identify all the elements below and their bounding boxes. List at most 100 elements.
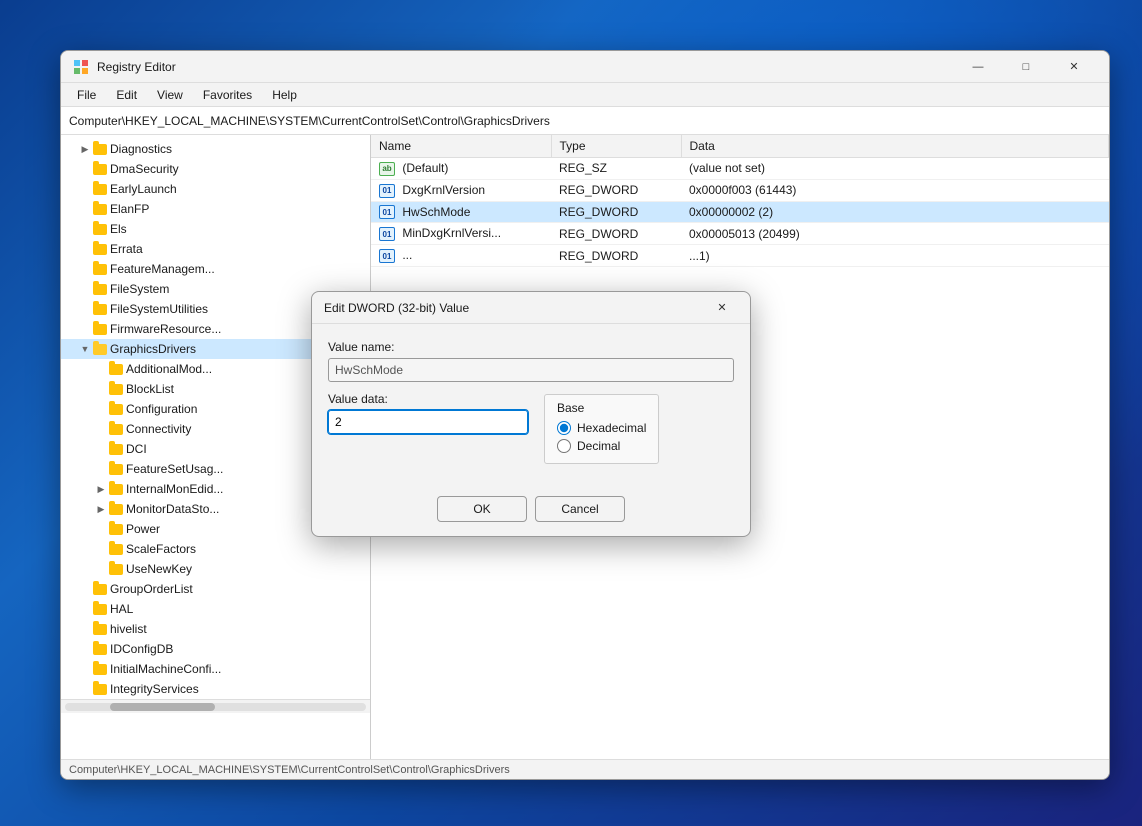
dec-label[interactable]: Decimal <box>577 439 620 453</box>
reg-dword-icon: 01 <box>379 227 395 241</box>
spacer-icon <box>77 641 93 657</box>
registry-editor-window: Registry Editor — □ ✕ File Edit View Fav… <box>60 50 1110 780</box>
close-button[interactable]: ✕ <box>1051 51 1097 83</box>
value-data-input[interactable] <box>328 410 528 434</box>
spacer-icon <box>93 541 109 557</box>
spacer-icon <box>93 521 109 537</box>
address-bar[interactable]: Computer\HKEY_LOCAL_MACHINE\SYSTEM\Curre… <box>61 107 1109 135</box>
folder-icon <box>109 504 123 515</box>
expand-icon: ▶ <box>93 481 109 497</box>
tree-item-earlylaunch[interactable]: EarlyLaunch <box>61 179 370 199</box>
reg-data: 0x00005013 (20499) <box>681 223 1109 245</box>
spacer-icon <box>77 161 93 177</box>
folder-icon <box>93 184 107 195</box>
folder-icon <box>109 464 123 475</box>
tree-label: Configuration <box>126 402 197 416</box>
tree-label: FileSystemUtilities <box>110 302 208 316</box>
tree-label: Els <box>110 222 127 236</box>
tree-item-hivelist[interactable]: hivelist <box>61 619 370 639</box>
menu-help[interactable]: Help <box>264 86 305 104</box>
dialog-close-button[interactable]: ✕ <box>706 294 738 322</box>
folder-icon <box>109 424 123 435</box>
reg-name-text: MinDxgKrnlVersi... <box>402 226 501 240</box>
spacer-icon <box>93 561 109 577</box>
minimize-button[interactable]: — <box>955 51 1001 83</box>
spacer-icon <box>77 621 93 637</box>
tree-label: Diagnostics <box>110 142 172 156</box>
ok-button[interactable]: OK <box>437 496 527 522</box>
value-name-input[interactable] <box>328 358 734 382</box>
status-bar: Computer\HKEY_LOCAL_MACHINE\SYSTEM\Curre… <box>61 759 1109 779</box>
spacer-icon <box>77 661 93 677</box>
col-data[interactable]: Data <box>681 135 1109 158</box>
tree-item-hal[interactable]: HAL <box>61 599 370 619</box>
reg-type: REG_DWORD <box>551 245 681 267</box>
reg-data: ...1) <box>681 245 1109 267</box>
reg-sz-icon: ab <box>379 162 395 176</box>
dialog-body: Value name: Value data: Base <box>312 324 750 488</box>
tree-label: MonitorDataSto... <box>126 502 219 516</box>
table-row[interactable]: ab (Default) REG_SZ (value not set) <box>371 158 1109 180</box>
radio-decimal[interactable] <box>557 439 571 453</box>
hex-label[interactable]: Hexadecimal <box>577 421 646 435</box>
tree-item-idconfigdb[interactable]: IDConfigDB <box>61 639 370 659</box>
tree-item-els[interactable]: Els <box>61 219 370 239</box>
tree-item-featuremanagement[interactable]: FeatureManagem... <box>61 259 370 279</box>
cancel-button[interactable]: Cancel <box>535 496 625 522</box>
value-data-label: Value data: <box>328 392 528 406</box>
spacer-icon <box>93 361 109 377</box>
tree-item-errata[interactable]: Errata <box>61 239 370 259</box>
radio-hexadecimal[interactable] <box>557 421 571 435</box>
reg-name: 01 MinDxgKrnlVersi... <box>371 223 551 245</box>
reg-type: REG_DWORD <box>551 201 681 223</box>
dialog-title: Edit DWORD (32-bit) Value <box>324 301 706 315</box>
menu-view[interactable]: View <box>149 86 191 104</box>
tree-item-initialmachineconfig[interactable]: InitialMachineConfi... <box>61 659 370 679</box>
menu-file[interactable]: File <box>69 86 104 104</box>
reg-name-text: DxgKrnlVersion <box>402 183 485 197</box>
folder-icon <box>93 284 107 295</box>
maximize-button[interactable]: □ <box>1003 51 1049 83</box>
value-data-group: Value data: <box>328 392 528 464</box>
tree-item-integrityservices[interactable]: IntegrityServices <box>61 679 370 699</box>
reg-name: ab (Default) <box>371 158 551 180</box>
expand-icon: ▶ <box>93 501 109 517</box>
folder-icon <box>109 484 123 495</box>
value-name-label: Value name: <box>328 340 734 354</box>
tree-item-grouporderlist[interactable]: GroupOrderList <box>61 579 370 599</box>
folder-icon <box>93 164 107 175</box>
reg-dword-icon: 01 <box>379 205 395 219</box>
spacer-icon <box>93 421 109 437</box>
tree-item-diagnostics[interactable]: ▶ Diagnostics <box>61 139 370 159</box>
tree-label: InternalMonEdid... <box>126 482 223 496</box>
spacer-icon <box>77 241 93 257</box>
reg-dword-icon: 01 <box>379 249 395 263</box>
reg-dword-icon: 01 <box>379 184 395 198</box>
menu-edit[interactable]: Edit <box>108 86 145 104</box>
reg-name-text: ... <box>402 248 412 262</box>
spacer-icon <box>77 301 93 317</box>
reg-type: REG_DWORD <box>551 179 681 201</box>
table-row[interactable]: 01 MinDxgKrnlVersi... REG_DWORD 0x000050… <box>371 223 1109 245</box>
tree-item-usenewkey[interactable]: UseNewKey <box>61 559 370 579</box>
table-row[interactable]: 01 DxgKrnlVersion REG_DWORD 0x0000f003 (… <box>371 179 1109 201</box>
table-row[interactable]: 01 ... REG_DWORD ...1) <box>371 245 1109 267</box>
tree-label: IDConfigDB <box>110 642 173 656</box>
col-type[interactable]: Type <box>551 135 681 158</box>
folder-icon <box>93 664 107 675</box>
app-icon <box>73 59 89 75</box>
table-row-hwschmode[interactable]: 01 HwSchMode REG_DWORD 0x00000002 (2) <box>371 201 1109 223</box>
tree-item-scalefactors[interactable]: ScaleFactors <box>61 539 370 559</box>
tree-item-elanfp[interactable]: ElanFP <box>61 199 370 219</box>
tree-label: HAL <box>110 602 133 616</box>
spacer-icon <box>77 601 93 617</box>
col-name[interactable]: Name <box>371 135 551 158</box>
tree-item-dmasecurity[interactable]: DmaSecurity <box>61 159 370 179</box>
menu-favorites[interactable]: Favorites <box>195 86 260 104</box>
title-bar: Registry Editor — □ ✕ <box>61 51 1109 83</box>
folder-icon <box>93 324 107 335</box>
folder-icon <box>93 644 107 655</box>
tree-label: EarlyLaunch <box>110 182 177 196</box>
tree-label: FirmwareResource... <box>110 322 221 336</box>
radio-hex-row: Hexadecimal <box>557 421 646 435</box>
